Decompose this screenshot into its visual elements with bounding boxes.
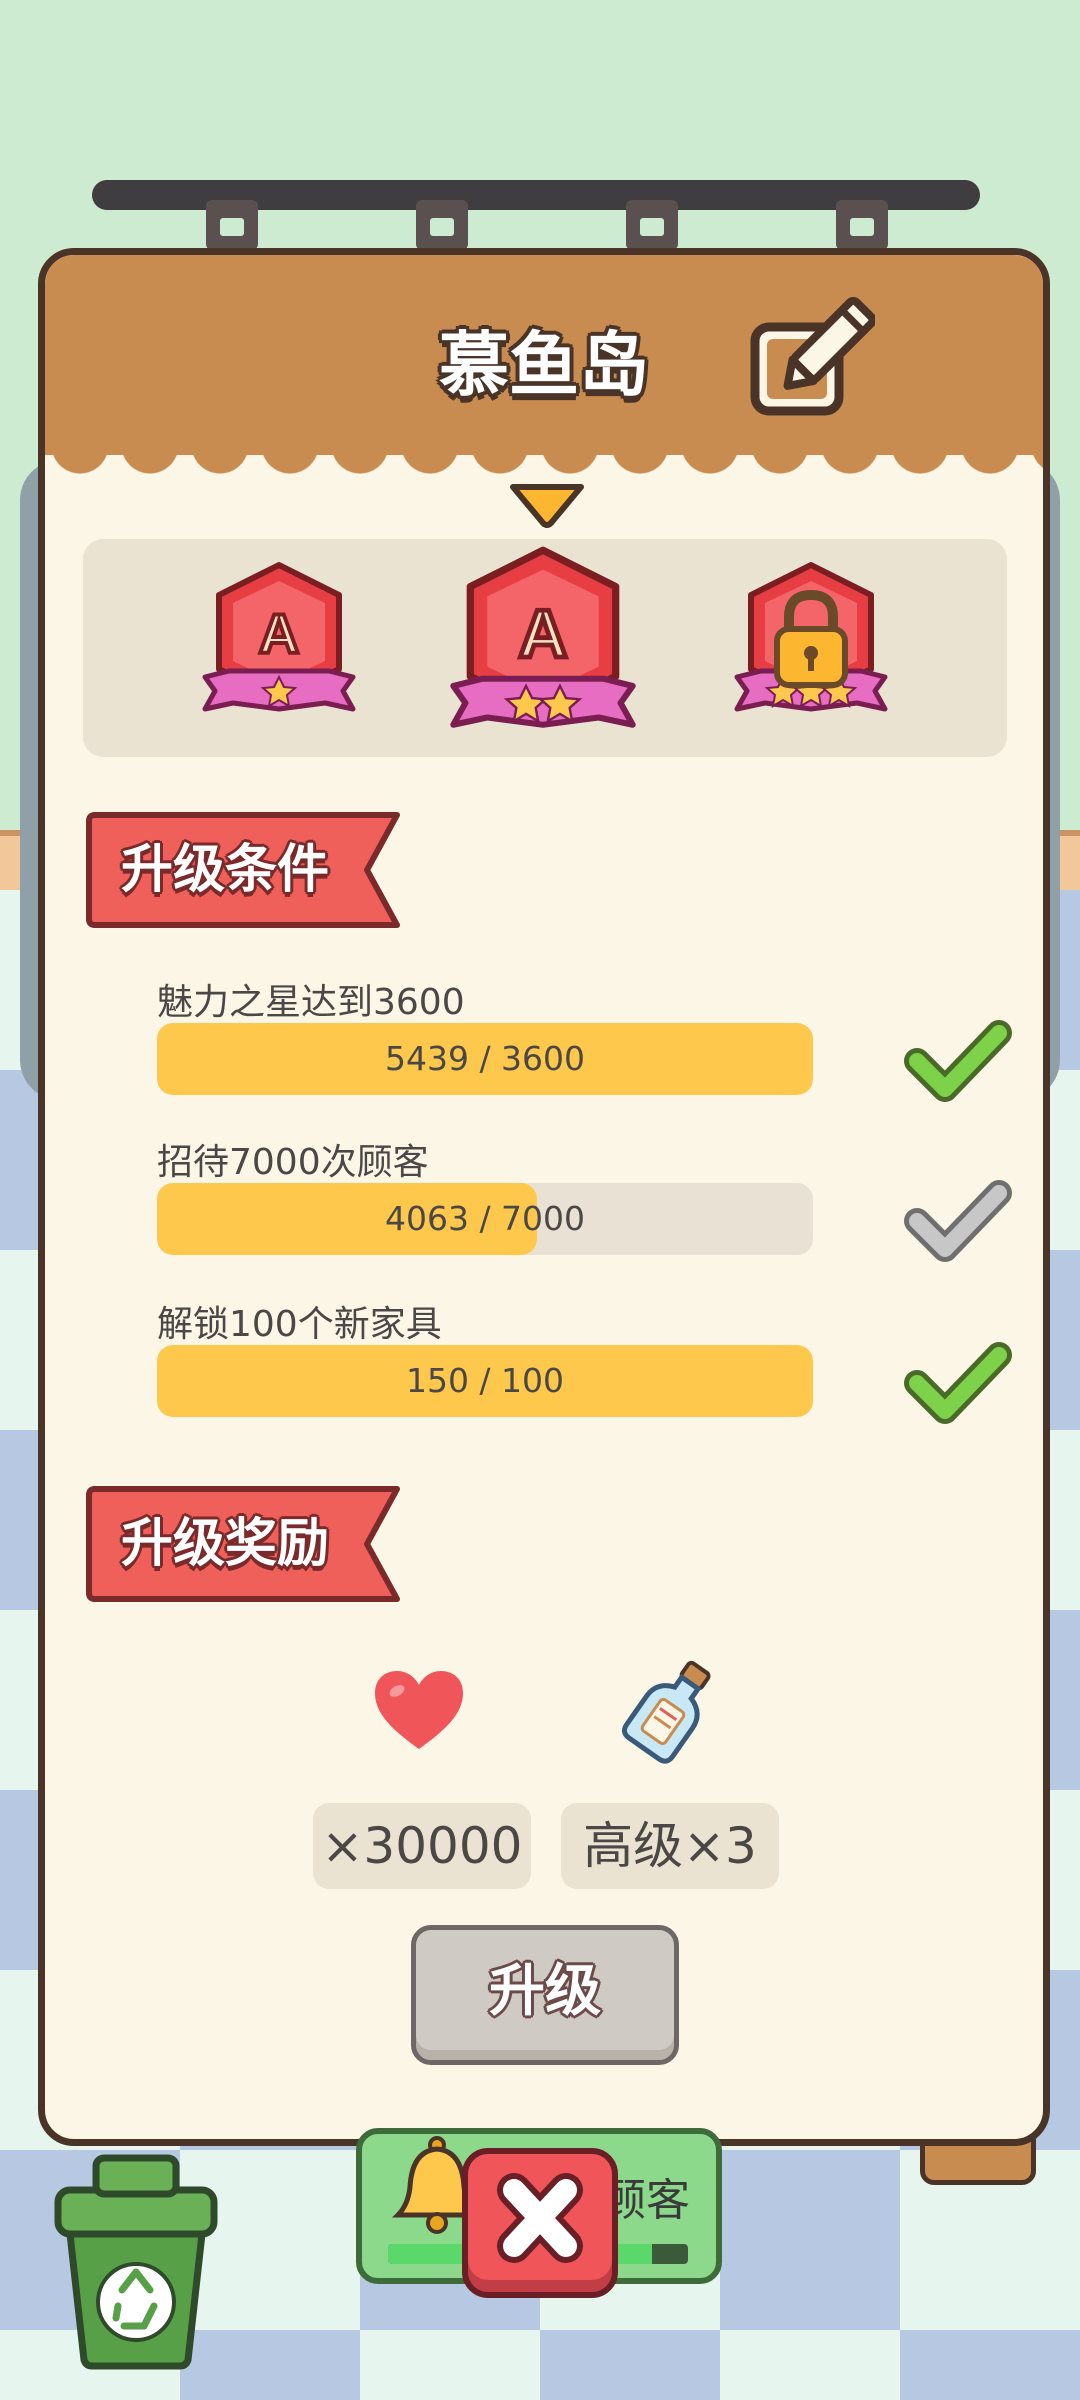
progress-text: 4063 / 7000 bbox=[384, 1199, 586, 1238]
condition-label: 解锁100个新家具 bbox=[157, 1304, 442, 1345]
svg-text:A: A bbox=[259, 602, 299, 665]
condition-progress-bar: 4063 / 7000 bbox=[157, 1183, 813, 1255]
message-bottle-icon bbox=[622, 1660, 711, 1764]
hanger-hook bbox=[626, 200, 678, 250]
rank-badge-strip: A A bbox=[83, 539, 1007, 757]
shop-upgrade-panel: 慕鱼岛 A A 升级条件 魅力之星达到3600 5439 / 3600 招待70… bbox=[38, 248, 1050, 2146]
condition-progress-bar: 5439 / 3600 bbox=[157, 1023, 813, 1095]
rank-badge-a-two-star[interactable]: A bbox=[445, 543, 641, 749]
rewards-heading: 升级奖励 bbox=[120, 1514, 329, 1574]
condition-label: 魅力之星达到3600 bbox=[157, 982, 465, 1023]
check-pending-icon bbox=[904, 1180, 1012, 1262]
hanger-hook bbox=[836, 200, 888, 250]
conditions-heading: 升级条件 bbox=[120, 840, 329, 900]
condition-row: 解锁100个新家具 150 / 100 bbox=[157, 1295, 1012, 1445]
condition-label: 招待7000次顾客 bbox=[157, 1142, 429, 1183]
close-x-icon bbox=[497, 2173, 583, 2263]
reward-heart-amount: ×30000 bbox=[313, 1803, 531, 1889]
condition-progress-bar: 150 / 100 bbox=[157, 1345, 813, 1417]
selected-indicator-arrow-icon bbox=[510, 484, 584, 528]
progress-text: 150 / 100 bbox=[405, 1361, 565, 1400]
reward-bottle-amount: 高级×3 bbox=[561, 1803, 779, 1889]
close-button[interactable] bbox=[462, 2148, 618, 2298]
rank-badge-locked[interactable] bbox=[731, 559, 891, 729]
heart-icon bbox=[375, 1671, 463, 1749]
hanger-hook bbox=[206, 200, 258, 250]
progress-text: 5439 / 3600 bbox=[384, 1039, 586, 1078]
pencil-edit-icon[interactable] bbox=[745, 297, 875, 427]
svg-text:A: A bbox=[519, 597, 568, 672]
condition-row: 招待7000次顾客 4063 / 7000 bbox=[157, 1133, 1012, 1283]
condition-row: 魅力之星达到3600 5439 / 3600 bbox=[157, 973, 1012, 1123]
check-done-icon bbox=[904, 1020, 1012, 1102]
rank-badge-a-one-star[interactable]: A bbox=[199, 559, 359, 729]
recycle-bin-icon[interactable] bbox=[36, 2150, 236, 2370]
hanger-hook bbox=[416, 200, 468, 250]
panel-title: 慕鱼岛 bbox=[439, 324, 649, 406]
check-done-icon bbox=[904, 1342, 1012, 1424]
header-scallop bbox=[45, 445, 1043, 485]
upgrade-button[interactable]: 升级 bbox=[411, 1925, 679, 2065]
